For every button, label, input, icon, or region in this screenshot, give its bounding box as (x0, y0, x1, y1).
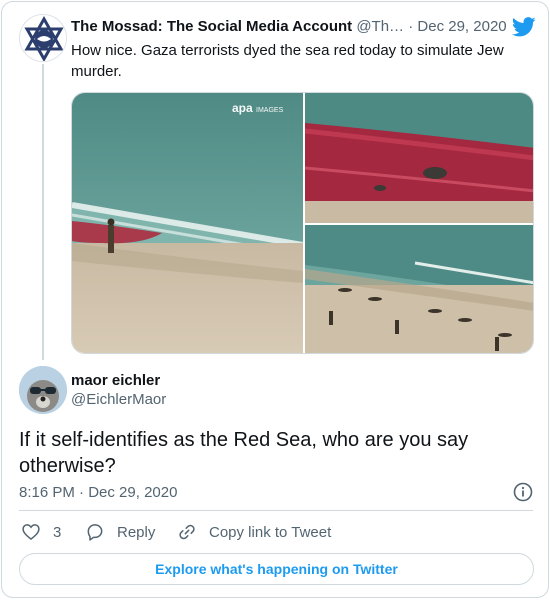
link-icon (179, 524, 195, 540)
photo-beach-red-water[interactable]: apa IMAGES (72, 93, 304, 353)
apa-watermark-sub: IMAGES (256, 107, 284, 114)
tweet-actions: 3 Reply Copy link to Tweet (19, 520, 533, 546)
parent-separator: · (408, 18, 414, 35)
parent-author-handle[interactable]: @Th… (356, 18, 404, 35)
explore-twitter-button[interactable]: Explore what's happening on Twitter (19, 553, 534, 585)
eichler-avatar[interactable] (19, 366, 67, 414)
author-name[interactable]: maor eichler (71, 372, 160, 389)
mossad-logo-icon (21, 15, 66, 61)
tweet-text: If it self-identifies as the Red Sea, wh… (19, 429, 469, 477)
heart-icon (22, 524, 40, 541)
reply-label: Reply (117, 523, 156, 541)
divider (19, 510, 533, 511)
tweet-author[interactable]: maor eichler @EichlerMaor (19, 366, 519, 418)
tweet-date: Dec 29, 2020 (88, 484, 178, 501)
reply-bubble-icon (87, 524, 103, 541)
parent-tweet[interactable]: The Mossad: The Social Media Account @Th… (2, 2, 548, 362)
tweet-time: 8:16 PM (19, 484, 75, 501)
reply-button[interactable]: Reply (85, 522, 155, 542)
timestamp-separator: · (79, 484, 85, 501)
like-count: 3 (53, 523, 62, 541)
parent-date[interactable]: Dec 29, 2020 (417, 18, 506, 35)
parent-tweet-text: How nice. Gaza terrorists dyed the sea r… (71, 42, 504, 80)
mossad-avatar[interactable] (19, 14, 67, 62)
copy-link-label: Copy link to Tweet (209, 523, 332, 541)
dog-with-sunglasses-icon (19, 366, 67, 414)
parent-tweet-header: The Mossad: The Social Media Account @Th… (71, 18, 511, 38)
tweet-media-grid[interactable]: apa IMAGES (71, 92, 534, 354)
info-icon[interactable] (513, 482, 533, 502)
twitter-bird-icon[interactable] (511, 17, 536, 37)
copy-link-button[interactable]: Copy link to Tweet (177, 522, 331, 542)
photo-beach-people[interactable] (305, 225, 533, 353)
embedded-tweet-card: The Mossad: The Social Media Account @Th… (1, 1, 549, 598)
apa-watermark: apa (232, 101, 253, 115)
parent-author-name[interactable]: The Mossad: The Social Media Account (71, 18, 352, 35)
thread-line (42, 64, 44, 360)
tweet-timestamp[interactable]: 8:16 PM · Dec 29, 2020 (19, 484, 177, 501)
photo-red-shoreline[interactable] (304, 93, 533, 223)
author-handle[interactable]: @EichlerMaor (71, 391, 166, 408)
like-button[interactable]: 3 (21, 522, 61, 542)
